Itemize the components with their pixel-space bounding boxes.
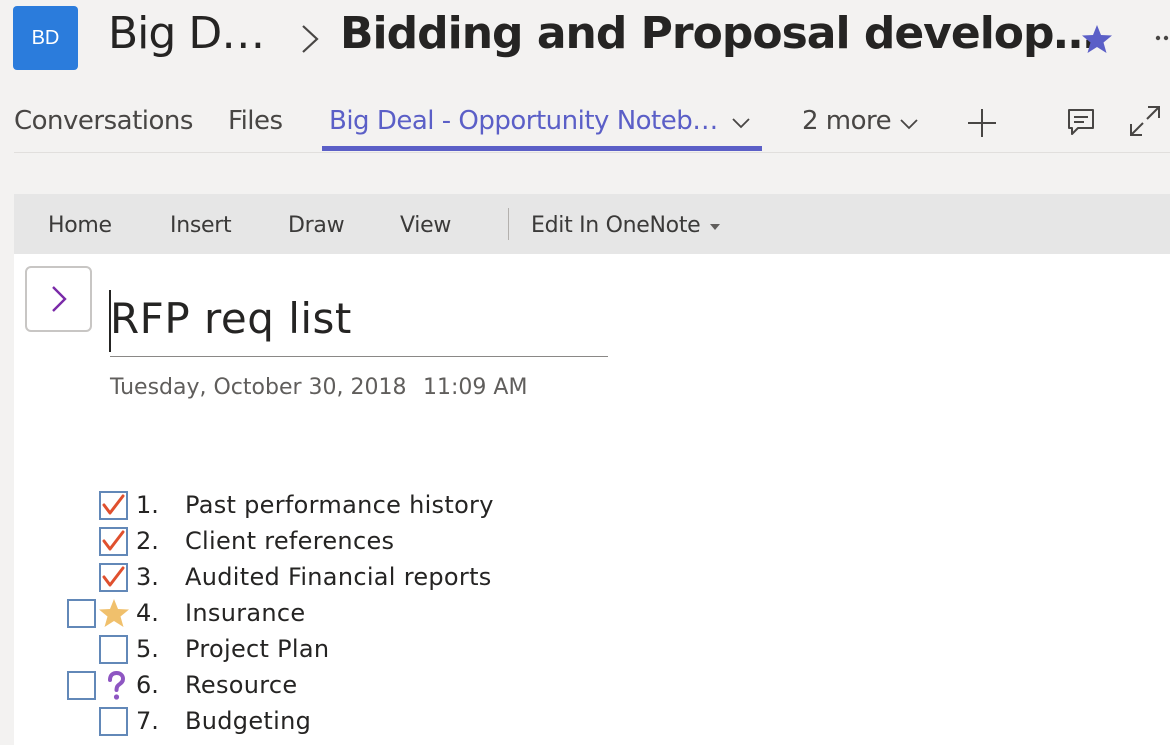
- list-item-text[interactable]: Client references: [185, 527, 394, 555]
- star-icon: [99, 599, 129, 627]
- list-number: 5.: [136, 635, 159, 663]
- list-item-text[interactable]: Project Plan: [185, 635, 329, 663]
- list-number: 2.: [136, 527, 159, 555]
- conversation-icon[interactable]: [1066, 107, 1096, 137]
- list-number: 3.: [136, 563, 159, 591]
- tab-notebook[interactable]: Big Deal - Opportunity Noteb…: [329, 106, 718, 136]
- list-item: 5. Project Plan: [14, 635, 614, 671]
- list-number: 6.: [136, 671, 159, 699]
- breadcrumb-chevron-icon: [302, 25, 319, 53]
- question-icon: [108, 670, 126, 700]
- list-item: 2. Client references: [14, 527, 614, 563]
- onenote-ribbon: Home Insert Draw View Edit In OneNote: [14, 194, 1170, 254]
- tab-files[interactable]: Files: [228, 106, 283, 136]
- team-name-breadcrumb[interactable]: Big D…: [108, 8, 265, 59]
- checkmark-icon: [102, 494, 125, 515]
- team-avatar[interactable]: BD: [13, 6, 78, 70]
- list-number: 4.: [136, 599, 159, 627]
- list-item: 4. Insurance: [14, 599, 614, 635]
- navigation-toggle-button[interactable]: [25, 266, 92, 332]
- list-item: 1. Past performance history: [14, 491, 614, 527]
- list-item-text[interactable]: Budgeting: [185, 707, 311, 735]
- onenote-panel: Home Insert Draw View Edit In OneNote RF…: [14, 194, 1170, 745]
- tab-more[interactable]: 2 more: [802, 106, 892, 136]
- tab-conversations[interactable]: Conversations: [14, 106, 193, 136]
- chevron-down-icon[interactable]: [730, 115, 752, 131]
- todo-checkbox[interactable]: [99, 491, 128, 520]
- channel-title: Bidding and Proposal develop…: [340, 8, 1098, 59]
- favorite-star-icon[interactable]: [1080, 22, 1114, 56]
- title-underline: [110, 356, 608, 357]
- header-divider: [14, 152, 1170, 153]
- expand-icon[interactable]: [1128, 104, 1162, 138]
- ribbon-divider: [508, 208, 509, 240]
- ribbon-edit-in-onenote[interactable]: Edit In OneNote: [531, 213, 701, 238]
- list-number: 1.: [136, 491, 159, 519]
- add-tab-icon[interactable]: [965, 106, 999, 140]
- todo-checkbox[interactable]: [67, 671, 96, 700]
- active-tab-indicator: [322, 146, 762, 151]
- todo-checkbox[interactable]: [99, 527, 128, 556]
- checkmark-icon: [102, 530, 125, 551]
- list-number: 7.: [136, 707, 159, 735]
- more-options-icon[interactable]: [1152, 18, 1170, 58]
- todo-checkbox[interactable]: [99, 563, 128, 592]
- ribbon-insert[interactable]: Insert: [170, 213, 232, 238]
- todo-checkbox[interactable]: [99, 635, 128, 664]
- todo-checkbox[interactable]: [99, 707, 128, 736]
- chevron-down-icon[interactable]: [898, 117, 920, 131]
- page-time: 11:09 AM: [423, 375, 528, 400]
- list-item-text[interactable]: Insurance: [185, 599, 305, 627]
- list-item-text[interactable]: Audited Financial reports: [185, 563, 492, 591]
- todo-checkbox[interactable]: [67, 599, 96, 628]
- page-title[interactable]: RFP req list: [110, 294, 352, 343]
- chevron-right-icon: [51, 286, 67, 312]
- ribbon-draw[interactable]: Draw: [288, 213, 345, 238]
- list-item: 6. Resource: [14, 670, 614, 707]
- page-date: Tuesday, October 30, 2018: [110, 375, 407, 400]
- list-item-text[interactable]: Past performance history: [185, 491, 494, 519]
- list-item: 3. Audited Financial reports: [14, 563, 614, 599]
- ribbon-view[interactable]: View: [400, 213, 451, 238]
- caret-down-icon[interactable]: [710, 224, 720, 230]
- ribbon-home[interactable]: Home: [48, 213, 112, 238]
- list-item: 7. Budgeting: [14, 707, 614, 743]
- checkmark-icon: [102, 566, 125, 587]
- list-item-text[interactable]: Resource: [185, 671, 297, 699]
